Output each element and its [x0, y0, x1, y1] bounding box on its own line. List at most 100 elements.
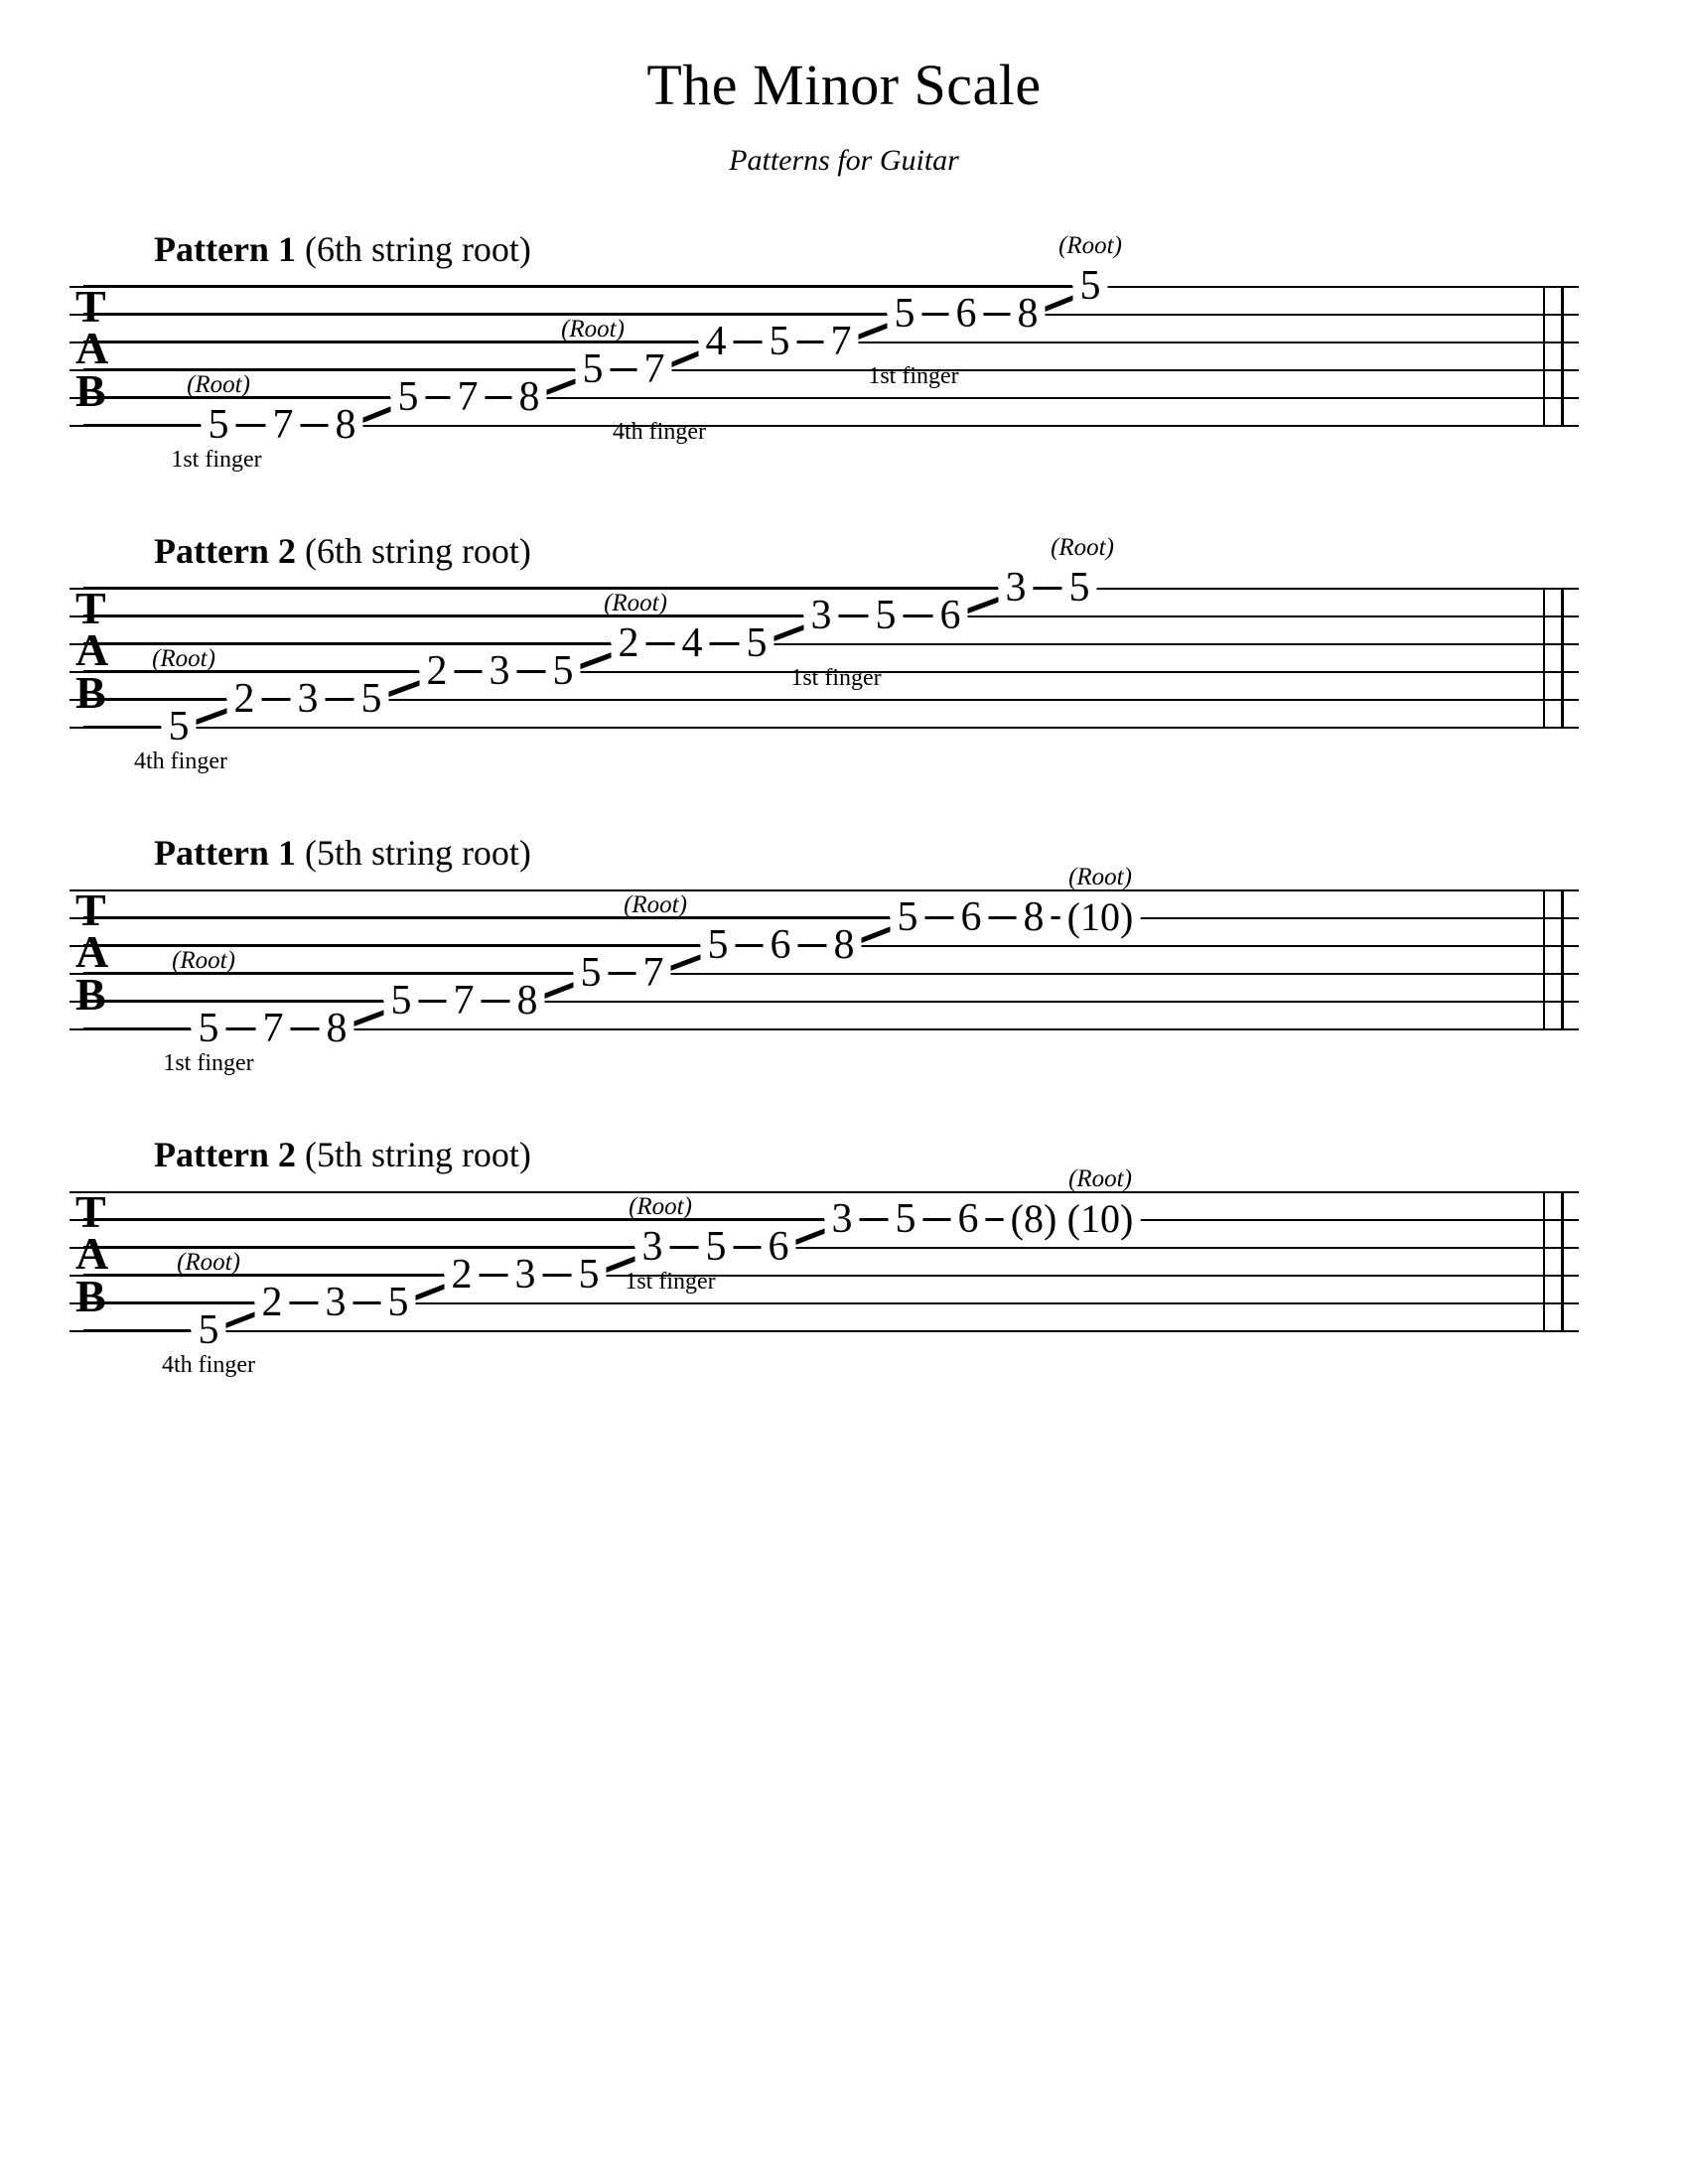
system-title-pattern: Pattern 2 — [154, 531, 296, 571]
barline-final — [1561, 1191, 1564, 1330]
tab-clef-letter: A — [75, 926, 108, 978]
tab-fret-number: 5 — [1072, 265, 1108, 307]
note-connector-dash — [668, 1246, 700, 1248]
tab-fret-number: 8 — [509, 980, 545, 1022]
page-title: The Minor Scale — [646, 53, 1042, 117]
tab-fret-number: 5 — [868, 595, 904, 636]
root-annotation: (Root) — [187, 371, 250, 398]
tab-fret-number: 8 — [511, 376, 547, 418]
note-lead-dash — [83, 1301, 254, 1303]
finger-annotation: 1st finger — [163, 1050, 254, 1076]
note-connector-dash — [858, 1218, 890, 1220]
note-connector-dash — [732, 1246, 763, 1248]
note-connector-dash — [795, 341, 825, 342]
tab-fret-number: 2 — [254, 1282, 290, 1323]
note-connector-dash — [478, 1274, 509, 1276]
note-lead-dash — [83, 642, 611, 644]
tab-fret-number: (10) — [1059, 897, 1141, 937]
tab-fret-number: 5 — [545, 650, 581, 692]
note-connector-dash — [923, 916, 955, 918]
barline-final — [1561, 588, 1564, 727]
root-annotation: (Root) — [177, 1249, 240, 1276]
note-lead-dash — [83, 916, 890, 918]
tab-clef-letter: A — [75, 1228, 108, 1280]
system-title-root: (5th string root) — [295, 833, 531, 873]
note-connector-dash — [541, 1274, 573, 1276]
tab-fret-number: 2 — [226, 678, 262, 720]
root-annotation: (Root) — [1058, 232, 1122, 259]
note-connector-dash — [796, 944, 828, 946]
note-connector-dash — [921, 1218, 952, 1220]
tab-staff — [70, 889, 1579, 1030]
tab-fret-number: 2 — [611, 622, 646, 664]
tab-clef-letter: T — [75, 1186, 106, 1237]
barline-thin — [1543, 286, 1545, 425]
note-connector-dash — [260, 698, 292, 700]
note-lead-dash — [83, 944, 700, 946]
tab-fret-number: 5 — [191, 1309, 226, 1351]
system-title: Pattern 1 (5th string root) — [154, 832, 531, 874]
tab-fret-number: 3 — [824, 1198, 860, 1240]
system-title: Pattern 2 (5th string root) — [154, 1134, 531, 1175]
tab-fret-number: 5 — [191, 1008, 226, 1049]
tab-clef-letter: B — [75, 968, 106, 1020]
tab-clef: TAB — [75, 585, 108, 715]
note-connector-dash — [609, 368, 638, 370]
system-title-pattern: Pattern 1 — [154, 833, 296, 873]
note-connector-dash — [299, 424, 330, 426]
tab-fret-number: 5 — [887, 293, 922, 335]
tab-fret-number: 5 — [698, 1226, 734, 1268]
root-annotation: (Root) — [1068, 864, 1132, 890]
tab-fret-number: 7 — [635, 952, 671, 994]
note-lead-dash — [83, 313, 887, 315]
tab-fret-number: 5 — [700, 924, 736, 966]
note-lead-dash — [83, 1027, 191, 1029]
note-connector-dash — [324, 698, 355, 700]
tab-fret-number: 5 — [161, 706, 197, 748]
note-connector-dash — [224, 1027, 257, 1029]
tab-fret-number: 6 — [953, 896, 989, 938]
barline-final — [1561, 889, 1564, 1028]
root-annotation: (Root) — [561, 316, 625, 342]
tab-clef-letter: A — [75, 323, 108, 374]
tab-fret-number: 5 — [888, 1198, 923, 1240]
note-lead-dash — [83, 614, 803, 616]
tab-fret-number: 5 — [573, 952, 609, 994]
tab-fret-number: 5 — [890, 896, 925, 938]
note-connector-dash — [352, 1301, 382, 1303]
note-lead-dash — [83, 1000, 383, 1002]
finger-annotation: 1st finger — [171, 447, 262, 473]
finger-annotation: 4th finger — [613, 419, 706, 445]
tab-fret-number: 7 — [446, 980, 482, 1022]
tab-fret-number: 8 — [319, 1008, 354, 1049]
staff-string-line — [70, 1191, 1579, 1193]
tab-fret-number: 5 — [380, 1282, 416, 1323]
tab-fret-number: 5 — [571, 1254, 607, 1296]
root-annotation: (Root) — [172, 947, 235, 974]
barline-thin — [1543, 588, 1545, 727]
barline-thin — [1543, 889, 1545, 1028]
note-lead-dash — [83, 424, 201, 426]
tab-fret-number: 7 — [636, 348, 672, 390]
note-connector-dash — [424, 396, 452, 398]
tab-clef-letter: T — [75, 281, 106, 332]
system-title-root: (6th string root) — [295, 531, 531, 571]
tab-fret-number: 5 — [201, 404, 236, 446]
tab-fret-number: 4 — [674, 622, 710, 664]
note-lead-dash — [83, 972, 573, 974]
tab-clef: TAB — [75, 281, 108, 413]
note-connector-dash — [234, 424, 267, 426]
note-lead-dash — [83, 726, 161, 728]
tab-fret-number: 4 — [698, 321, 734, 362]
root-annotation: (Root) — [604, 590, 667, 616]
staff-string-line — [70, 727, 1579, 729]
tab-fret-number: 6 — [932, 595, 968, 636]
note-connector-dash — [920, 313, 950, 315]
note-lead-dash — [83, 1274, 444, 1276]
system-title-pattern: Pattern 2 — [154, 1135, 296, 1174]
barline-thin — [1543, 1191, 1545, 1330]
tab-fret-number: 2 — [419, 650, 455, 692]
note-connector-dash — [734, 944, 765, 946]
tab-fret-number: 5 — [390, 376, 426, 418]
tab-fret-number: 2 — [444, 1254, 480, 1296]
